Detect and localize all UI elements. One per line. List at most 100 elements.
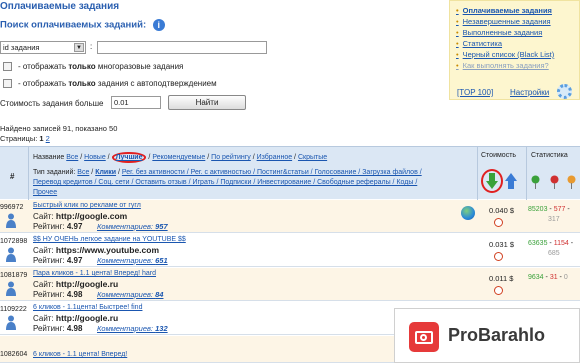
price-label: Стоимость задания больше	[0, 99, 104, 108]
task-site: Сайт: https://www.youtube.com	[33, 245, 159, 255]
sort-recommended[interactable]: Рекомендуемые	[152, 154, 205, 161]
comments-label: Комментариев:	[97, 290, 154, 299]
help-icon[interactable]: i	[152, 19, 165, 31]
page-title: Оплачиваемые задания	[0, 1, 120, 12]
column-divider	[526, 147, 527, 200]
sort-desc-arrow-icon[interactable]	[486, 173, 498, 189]
comments-link[interactable]: Комментариев: 651	[97, 256, 168, 265]
search-title-text: Поиск оплачиваемых заданий:	[0, 19, 147, 31]
pagination: Страницы: 1 2	[0, 134, 50, 143]
multi-use-label-pre: - отображать	[18, 62, 69, 71]
user-icon[interactable]	[6, 213, 16, 228]
rating-label: Рейтинг:	[33, 324, 65, 333]
probarahlo-banner[interactable]: ProBarahlo	[394, 308, 580, 363]
multi-use-label-bold: только	[68, 62, 96, 71]
auto-confirm-checkbox[interactable]	[3, 79, 12, 89]
red-pin-icon[interactable]	[550, 175, 559, 189]
auto-confirm-label-pre: - отображать	[18, 79, 69, 88]
task-title-link[interactable]: 6 кликов - 1.1 цента! Вперед!	[33, 351, 127, 358]
column-divider	[28, 147, 29, 200]
user-icon[interactable]	[6, 247, 16, 262]
comments-link[interactable]: Комментариев: 957	[97, 222, 168, 231]
task-site: Сайт: http://google.ru	[33, 279, 118, 289]
globe-icon[interactable]	[461, 206, 475, 220]
find-button[interactable]: Найти	[168, 95, 246, 110]
name-sort-row: Название Все / Новые / Лучшие / Рекоменд…	[33, 152, 328, 163]
multi-use-label-post: многоразовые задания	[95, 62, 184, 71]
rating-label: Рейтинг:	[33, 222, 65, 231]
sidebar-item-statistics[interactable]: Статистика	[456, 38, 579, 49]
task-rating: Рейтинг: 4.97	[33, 256, 82, 265]
clock-icon	[494, 286, 503, 295]
user-icon[interactable]	[6, 281, 16, 296]
task-rating: Рейтинг: 4.97	[33, 222, 82, 231]
comments-link[interactable]: Комментариев: 132	[97, 324, 168, 333]
auto-confirm-filter-row: - отображать только задания с автоподтве…	[0, 79, 217, 91]
user-icon[interactable]	[6, 315, 16, 330]
sidebar-item-black-list[interactable]: Черный список (Black List)	[456, 49, 579, 60]
task-id: 1082604	[0, 351, 28, 358]
sidebar-item-how-to[interactable]: Как выполнять задания?	[456, 60, 579, 71]
type-other[interactable]: Прочее	[33, 189, 57, 196]
task-title-link[interactable]: Быстрый клик по рекламе от гугл	[33, 202, 141, 209]
task-rating: Рейтинг: 4.98	[33, 324, 82, 333]
task-site: Сайт: http://google.com	[33, 211, 127, 221]
sort-hidden[interactable]: Скрытые	[298, 154, 327, 161]
sidebar-item-paid-tasks[interactable]: Оплачиваемые задания	[456, 5, 579, 16]
sort-best[interactable]: Лучшие	[111, 152, 147, 163]
table-row: 996972 Быстрый клик по рекламе от гугл С…	[0, 200, 580, 233]
chevron-down-icon[interactable]: ▼	[74, 43, 84, 52]
rating-label: Рейтинг:	[33, 290, 65, 299]
sort-favorites[interactable]: Избранное	[257, 154, 292, 161]
gear-icon[interactable]	[557, 84, 572, 99]
sort-rating[interactable]: По рейтингу	[211, 154, 251, 161]
site-label: Сайт:	[33, 280, 54, 289]
comments-count: 84	[155, 290, 164, 299]
banner-text: ProBarahlo	[448, 325, 546, 345]
name-label: Название	[33, 154, 65, 161]
sort-all[interactable]: Все	[66, 154, 78, 161]
camera-lens	[420, 334, 427, 341]
task-title-link[interactable]: $$ НУ ОЧЕНЬ легкое задание на YOUTUBE $$	[33, 236, 186, 243]
task-title-link[interactable]: Пара кликов - 1.1 цента! Вперед! hard	[33, 270, 156, 277]
site-label: Сайт:	[33, 314, 54, 323]
sort-asc-arrow-icon[interactable]	[505, 173, 517, 189]
sort-new[interactable]: Новые	[84, 154, 106, 161]
type-other-links[interactable]: Рег. без активности / Рег. с активностью…	[122, 169, 422, 176]
page-2-link[interactable]: 2	[46, 134, 50, 143]
settings-link[interactable]: Настройки	[510, 88, 549, 97]
rating-value: 4.97	[66, 222, 83, 231]
type-all[interactable]: Все	[77, 169, 89, 176]
auto-confirm-label-bold: только	[68, 79, 96, 88]
stat-pending: 317	[548, 216, 560, 223]
rating-value: 4.97	[66, 256, 83, 265]
top100-link[interactable]: [TOP 100]	[457, 88, 493, 97]
orange-pin-icon[interactable]	[567, 175, 576, 189]
comments-count: 651	[155, 256, 168, 265]
search-input[interactable]	[97, 41, 267, 54]
sidebar-item-completed-tasks[interactable]: Выполненные задания	[456, 27, 579, 38]
type-clicks[interactable]: Клики	[95, 169, 116, 176]
price-input[interactable]: 0.01	[111, 96, 161, 109]
stat-ok: 63635	[528, 240, 548, 247]
task-title-link[interactable]: 6 кликов - 1.1цента! Быстрее! find	[33, 304, 142, 311]
multi-use-checkbox[interactable]	[3, 62, 12, 72]
search-field-select[interactable]: id задания ▼	[0, 41, 86, 54]
clock-icon	[494, 218, 503, 227]
type-links-line2[interactable]: Перевод кредитов / Соц. сети / Оставить …	[33, 179, 417, 186]
task-id: 1109222	[0, 306, 27, 313]
sidebar-item-unfinished-tasks[interactable]: Незавершенные задания	[456, 16, 579, 27]
site-url: http://google.com	[55, 211, 128, 221]
stat-bad: 577	[553, 206, 566, 213]
rating-label: Рейтинг:	[33, 256, 65, 265]
task-price: 0.040 $	[489, 206, 515, 215]
task-price: 0.011 $	[489, 274, 514, 283]
site-url: http://google.ru	[55, 313, 119, 323]
comments-link[interactable]: Комментариев: 84	[97, 290, 163, 299]
site-url: https://www.youtube.com	[55, 245, 160, 255]
comments-count: 132	[155, 324, 168, 333]
comments-count: 957	[155, 222, 168, 231]
column-cost: Стоимость	[481, 152, 517, 159]
green-pin-icon[interactable]	[531, 175, 540, 189]
task-rating: Рейтинг: 4.98	[33, 290, 82, 299]
